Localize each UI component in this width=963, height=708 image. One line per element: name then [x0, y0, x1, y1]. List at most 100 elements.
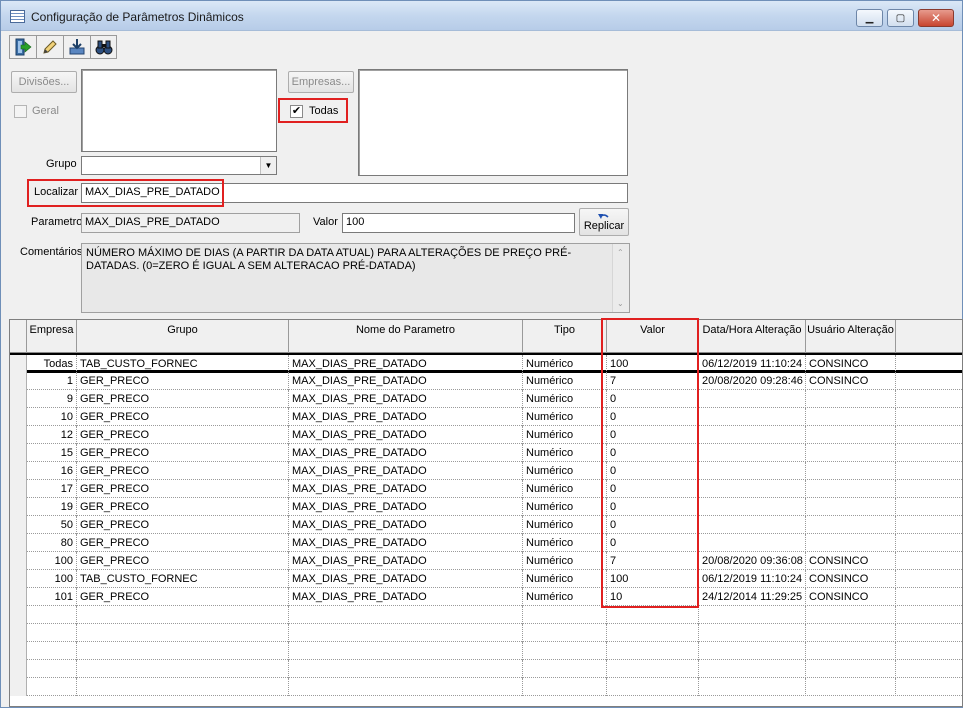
cell-usuario[interactable] [806, 516, 896, 534]
cell-tipo[interactable]: Numérico [523, 444, 607, 462]
empty-table-row[interactable] [10, 606, 962, 624]
cell-usuario[interactable] [806, 660, 896, 678]
cell-grupo[interactable]: GER_PRECO [77, 552, 289, 570]
empty-table-row[interactable] [10, 624, 962, 642]
cell-grupo[interactable] [77, 660, 289, 678]
cell-valor[interactable]: 100 [607, 355, 699, 373]
cell-usuario[interactable] [806, 624, 896, 642]
cell-grupo[interactable]: GER_PRECO [77, 588, 289, 606]
cell-usuario[interactable]: CONSINCO [806, 355, 896, 373]
cell-nome-parametro[interactable] [289, 678, 523, 696]
cell-empresa[interactable]: 1 [27, 372, 77, 390]
cell-nome-parametro[interactable]: MAX_DIAS_PRE_DATADO [289, 408, 523, 426]
table-row[interactable]: 101 GER_PRECO MAX_DIAS_PRE_DATADO Numérico 1… [10, 588, 962, 606]
cell-nome-parametro[interactable] [289, 606, 523, 624]
cell-grupo[interactable] [77, 624, 289, 642]
row-indicator[interactable] [10, 552, 27, 570]
cell-nome-parametro[interactable] [289, 642, 523, 660]
cell-tipo[interactable] [523, 606, 607, 624]
row-indicator[interactable] [10, 642, 27, 660]
cell-tipo[interactable] [523, 642, 607, 660]
row-indicator[interactable] [10, 426, 27, 444]
cell-empresa[interactable] [27, 642, 77, 660]
cell-usuario[interactable] [806, 444, 896, 462]
cell-nome-parametro[interactable]: MAX_DIAS_PRE_DATADO [289, 355, 523, 373]
cell-valor[interactable] [607, 678, 699, 696]
column-header-usuario[interactable]: Usuário Alteração [806, 320, 896, 353]
grupo-select[interactable]: ▼ [81, 156, 277, 175]
geral-checkbox[interactable] [14, 105, 27, 118]
cell-data-hora[interactable]: 06/12/2019 11:10:24 [699, 570, 806, 588]
cell-tipo[interactable]: Numérico [523, 498, 607, 516]
cell-grupo[interactable]: TAB_CUSTO_FORNEC [77, 355, 289, 373]
cell-data-hora[interactable] [699, 660, 806, 678]
cell-grupo[interactable]: GER_PRECO [77, 372, 289, 390]
cell-grupo[interactable] [77, 606, 289, 624]
comentarios-scrollbar[interactable]: ⌃ ⌄ [612, 244, 629, 312]
cell-usuario[interactable] [806, 606, 896, 624]
cell-grupo[interactable]: TAB_CUSTO_FORNEC [77, 570, 289, 588]
cell-usuario[interactable] [806, 426, 896, 444]
cell-nome-parametro[interactable]: MAX_DIAS_PRE_DATADO [289, 498, 523, 516]
cell-tipo[interactable] [523, 624, 607, 642]
empresas-button[interactable]: Empresas... [288, 71, 354, 93]
cell-data-hora[interactable] [699, 678, 806, 696]
cell-nome-parametro[interactable]: MAX_DIAS_PRE_DATADO [289, 534, 523, 552]
cell-data-hora[interactable] [699, 390, 806, 408]
row-indicator[interactable] [10, 660, 27, 678]
cell-valor[interactable]: 100 [607, 570, 699, 588]
divisoes-list[interactable] [81, 69, 277, 152]
cell-usuario[interactable] [806, 390, 896, 408]
valor-input[interactable]: 100 [342, 213, 575, 233]
cell-empresa[interactable] [27, 624, 77, 642]
cell-grupo[interactable]: GER_PRECO [77, 390, 289, 408]
cell-grupo[interactable] [77, 678, 289, 696]
cell-empresa[interactable]: 10 [27, 408, 77, 426]
table-row[interactable]: 15 GER_PRECO MAX_DIAS_PRE_DATADO Numérico 0 [10, 444, 962, 462]
cell-valor[interactable]: 7 [607, 372, 699, 390]
cell-data-hora[interactable] [699, 408, 806, 426]
table-row[interactable]: 9 GER_PRECO MAX_DIAS_PRE_DATADO Numérico 0 [10, 390, 962, 408]
cell-empresa[interactable]: 100 [27, 552, 77, 570]
cell-nome-parametro[interactable]: MAX_DIAS_PRE_DATADO [289, 480, 523, 498]
cell-data-hora[interactable] [699, 462, 806, 480]
cell-valor[interactable]: 0 [607, 498, 699, 516]
cell-valor[interactable]: 0 [607, 462, 699, 480]
cell-valor[interactable] [607, 624, 699, 642]
cell-valor[interactable] [607, 642, 699, 660]
cell-tipo[interactable]: Numérico [523, 570, 607, 588]
cell-nome-parametro[interactable]: MAX_DIAS_PRE_DATADO [289, 390, 523, 408]
cell-tipo[interactable]: Numérico [523, 355, 607, 373]
cell-nome-parametro[interactable]: MAX_DIAS_PRE_DATADO [289, 426, 523, 444]
cell-data-hora[interactable] [699, 444, 806, 462]
cell-tipo[interactable]: Numérico [523, 516, 607, 534]
column-header-data-hora[interactable]: Data/Hora Alteração [699, 320, 806, 353]
cell-data-hora[interactable]: 20/08/2020 09:28:46 [699, 372, 806, 390]
cell-usuario[interactable] [806, 498, 896, 516]
cell-data-hora[interactable] [699, 624, 806, 642]
row-indicator[interactable] [10, 516, 27, 534]
cell-data-hora[interactable]: 20/08/2020 09:36:08 [699, 552, 806, 570]
row-indicator[interactable] [10, 678, 27, 696]
cell-data-hora[interactable] [699, 498, 806, 516]
cell-grupo[interactable]: GER_PRECO [77, 462, 289, 480]
table-row[interactable]: 1 GER_PRECO MAX_DIAS_PRE_DATADO Numérico 7 20… [10, 372, 962, 390]
row-indicator[interactable] [10, 606, 27, 624]
todas-checkbox[interactable]: ✔ [290, 105, 303, 118]
cell-nome-parametro[interactable]: MAX_DIAS_PRE_DATADO [289, 588, 523, 606]
cell-valor[interactable]: 0 [607, 390, 699, 408]
table-row[interactable]: 100 GER_PRECO MAX_DIAS_PRE_DATADO Numérico 7… [10, 552, 962, 570]
cell-nome-parametro[interactable]: MAX_DIAS_PRE_DATADO [289, 462, 523, 480]
row-indicator[interactable] [10, 534, 27, 552]
cell-valor[interactable]: 0 [607, 426, 699, 444]
column-header-grupo[interactable]: Grupo [77, 320, 289, 353]
table-row[interactable]: 17 GER_PRECO MAX_DIAS_PRE_DATADO Numérico 0 [10, 480, 962, 498]
cell-valor[interactable]: 7 [607, 552, 699, 570]
row-indicator[interactable] [10, 498, 27, 516]
table-row[interactable]: 100 TAB_CUSTO_FORNEC MAX_DIAS_PRE_DATADO Nu… [10, 570, 962, 588]
localizar-input[interactable]: MAX_DIAS_PRE_DATADO [81, 183, 628, 203]
cell-data-hora[interactable]: 06/12/2019 11:10:24 [699, 355, 806, 373]
chevron-down-icon[interactable]: ▼ [260, 157, 276, 174]
cell-empresa[interactable]: 101 [27, 588, 77, 606]
cell-tipo[interactable] [523, 678, 607, 696]
